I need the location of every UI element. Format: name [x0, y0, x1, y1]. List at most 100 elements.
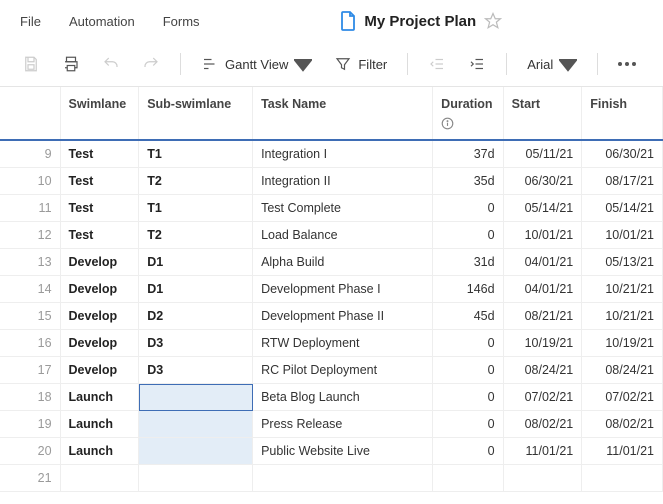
cell-sub-swimlane[interactable] — [139, 384, 253, 411]
cell-swimlane[interactable]: Launch — [60, 438, 139, 465]
cell-sub-swimlane[interactable] — [139, 411, 253, 438]
cell-duration[interactable]: 0 — [433, 384, 503, 411]
cell-duration[interactable]: 45d — [433, 303, 503, 330]
cell-start[interactable]: 10/01/21 — [503, 222, 582, 249]
cell-finish[interactable]: 05/13/21 — [582, 249, 663, 276]
row-number[interactable]: 15 — [0, 303, 60, 330]
cell-finish[interactable]: 10/21/21 — [582, 303, 663, 330]
cell-task[interactable]: RC Pilot Deployment — [253, 357, 433, 384]
cell-task[interactable]: Test Complete — [253, 195, 433, 222]
page-title[interactable]: My Project Plan — [364, 13, 476, 30]
cell-start[interactable]: 04/01/21 — [503, 249, 582, 276]
cell-start[interactable]: 10/19/21 — [503, 330, 582, 357]
cell-duration[interactable]: 0 — [433, 195, 503, 222]
row-number[interactable]: 18 — [0, 384, 60, 411]
cell-duration[interactable]: 146d — [433, 276, 503, 303]
cell-task[interactable]: Load Balance — [253, 222, 433, 249]
cell-finish[interactable]: 08/24/21 — [582, 357, 663, 384]
cell-swimlane[interactable]: Develop — [60, 330, 139, 357]
cell-start[interactable]: 06/30/21 — [503, 168, 582, 195]
undo-button[interactable] — [98, 51, 124, 77]
cell-task[interactable]: Alpha Build — [253, 249, 433, 276]
save-button[interactable] — [18, 51, 44, 77]
cell-task[interactable] — [253, 465, 433, 492]
cell-sub-swimlane[interactable]: T1 — [139, 140, 253, 168]
row-number[interactable]: 20 — [0, 438, 60, 465]
row-number[interactable]: 10 — [0, 168, 60, 195]
cell-finish[interactable]: 10/19/21 — [582, 330, 663, 357]
cell-finish[interactable]: 05/14/21 — [582, 195, 663, 222]
cell-duration[interactable]: 31d — [433, 249, 503, 276]
view-selector[interactable]: Gantt View — [197, 51, 316, 77]
cell-duration[interactable]: 0 — [433, 330, 503, 357]
menu-file[interactable]: File — [20, 14, 41, 29]
row-number[interactable]: 9 — [0, 140, 60, 168]
redo-button[interactable] — [138, 51, 164, 77]
cell-sub-swimlane[interactable]: D2 — [139, 303, 253, 330]
row-number[interactable]: 17 — [0, 357, 60, 384]
cell-start[interactable]: 05/11/21 — [503, 140, 582, 168]
filter-button[interactable]: Filter — [330, 51, 391, 77]
indent-button[interactable] — [464, 51, 490, 77]
cell-duration[interactable] — [433, 465, 503, 492]
cell-duration[interactable]: 0 — [433, 411, 503, 438]
cell-task[interactable]: Public Website Live — [253, 438, 433, 465]
cell-sub-swimlane[interactable]: D3 — [139, 330, 253, 357]
row-number[interactable]: 19 — [0, 411, 60, 438]
cell-sub-swimlane[interactable]: D1 — [139, 276, 253, 303]
cell-duration[interactable]: 0 — [433, 357, 503, 384]
cell-swimlane[interactable]: Develop — [60, 276, 139, 303]
cell-start[interactable]: 11/01/21 — [503, 438, 582, 465]
header-rownum[interactable] — [0, 87, 60, 140]
cell-finish[interactable]: 07/02/21 — [582, 384, 663, 411]
cell-swimlane[interactable]: Test — [60, 140, 139, 168]
cell-task[interactable]: Integration I — [253, 140, 433, 168]
cell-finish[interactable]: 06/30/21 — [582, 140, 663, 168]
cell-sub-swimlane[interactable] — [139, 465, 253, 492]
font-selector[interactable]: Arial — [523, 51, 581, 77]
cell-sub-swimlane[interactable]: D1 — [139, 249, 253, 276]
cell-swimlane[interactable]: Develop — [60, 303, 139, 330]
more-actions-button[interactable] — [614, 58, 640, 70]
row-number[interactable]: 14 — [0, 276, 60, 303]
cell-task[interactable]: Development Phase I — [253, 276, 433, 303]
row-number[interactable]: 21 — [0, 465, 60, 492]
cell-swimlane[interactable]: Develop — [60, 249, 139, 276]
cell-task[interactable]: Beta Blog Launch — [253, 384, 433, 411]
cell-swimlane[interactable]: Test — [60, 168, 139, 195]
header-task[interactable]: Task Name — [253, 87, 433, 140]
header-swimlane[interactable]: Swimlane — [60, 87, 139, 140]
header-sub-swimlane[interactable]: Sub-swimlane — [139, 87, 253, 140]
cell-start[interactable]: 04/01/21 — [503, 276, 582, 303]
cell-start[interactable] — [503, 465, 582, 492]
row-number[interactable]: 16 — [0, 330, 60, 357]
cell-swimlane[interactable]: Launch — [60, 384, 139, 411]
cell-task[interactable]: RTW Deployment — [253, 330, 433, 357]
cell-task[interactable]: Integration II — [253, 168, 433, 195]
cell-duration[interactable]: 0 — [433, 222, 503, 249]
info-icon[interactable] — [441, 117, 454, 130]
cell-start[interactable]: 08/21/21 — [503, 303, 582, 330]
cell-swimlane[interactable]: Test — [60, 195, 139, 222]
cell-start[interactable]: 05/14/21 — [503, 195, 582, 222]
cell-swimlane[interactable]: Develop — [60, 357, 139, 384]
menu-automation[interactable]: Automation — [69, 14, 135, 29]
cell-swimlane[interactable]: Test — [60, 222, 139, 249]
row-number[interactable]: 11 — [0, 195, 60, 222]
cell-task[interactable]: Development Phase II — [253, 303, 433, 330]
cell-duration[interactable]: 37d — [433, 140, 503, 168]
outdent-button[interactable] — [424, 51, 450, 77]
row-number[interactable]: 13 — [0, 249, 60, 276]
cell-sub-swimlane[interactable] — [139, 438, 253, 465]
cell-start[interactable]: 08/24/21 — [503, 357, 582, 384]
cell-duration[interactable]: 35d — [433, 168, 503, 195]
header-finish[interactable]: Finish — [582, 87, 663, 140]
cell-start[interactable]: 08/02/21 — [503, 411, 582, 438]
cell-sub-swimlane[interactable]: T2 — [139, 222, 253, 249]
cell-finish[interactable]: 08/02/21 — [582, 411, 663, 438]
row-number[interactable]: 12 — [0, 222, 60, 249]
header-duration[interactable]: Duration — [433, 87, 503, 140]
cell-finish[interactable]: 08/17/21 — [582, 168, 663, 195]
print-button[interactable] — [58, 51, 84, 77]
cell-sub-swimlane[interactable]: D3 — [139, 357, 253, 384]
